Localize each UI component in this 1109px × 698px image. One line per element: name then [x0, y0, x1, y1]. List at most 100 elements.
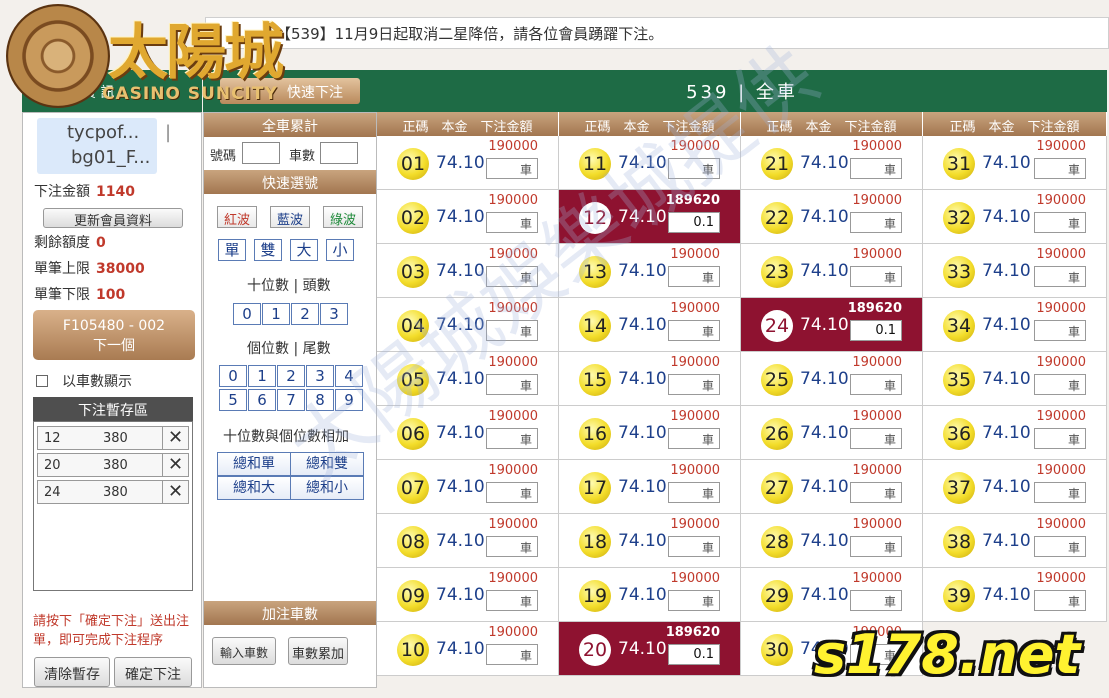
- sum-big-button[interactable]: 總和大: [217, 476, 291, 500]
- car-input[interactable]: 車: [850, 266, 902, 287]
- number-cell[interactable]: 25 74.10 190000 車: [741, 352, 923, 406]
- car-input[interactable]: 車: [486, 536, 538, 557]
- tens-0-button[interactable]: 0: [233, 303, 261, 325]
- number-cell[interactable]: 19 74.10 190000 車: [559, 568, 741, 622]
- number-cell[interactable]: 38 74.10 190000 車: [923, 514, 1107, 568]
- car-input[interactable]: 車: [1034, 212, 1086, 233]
- number-ball[interactable]: 04: [397, 310, 429, 342]
- number-ball[interactable]: 09: [397, 580, 429, 612]
- number-cell[interactable]: 28 74.10 190000 車: [741, 514, 923, 568]
- number-cell[interactable]: 31 74.10 190000 車: [923, 136, 1107, 190]
- car-input[interactable]: 0.1: [850, 320, 902, 341]
- car-input[interactable]: 車: [1034, 482, 1086, 503]
- number-cell[interactable]: 23 74.10 190000 車: [741, 244, 923, 298]
- blue-wave-button[interactable]: 藍波: [270, 206, 310, 228]
- number-cell[interactable]: 15 74.10 190000 車: [559, 352, 741, 406]
- number-ball[interactable]: 37: [943, 472, 975, 504]
- even-button[interactable]: 雙: [254, 239, 282, 261]
- number-cell[interactable]: 06 74.10 190000 車: [377, 406, 559, 460]
- car-input[interactable]: 車: [486, 644, 538, 665]
- number-cell[interactable]: 39 74.10 190000 車: [923, 568, 1107, 622]
- units-2-button[interactable]: 2: [277, 365, 305, 387]
- number-ball[interactable]: 30: [761, 634, 793, 666]
- number-ball[interactable]: 08: [397, 526, 429, 558]
- car-input[interactable]: 車: [668, 536, 720, 557]
- number-ball[interactable]: 26: [761, 418, 793, 450]
- units-7-button[interactable]: 7: [277, 389, 305, 411]
- remove-icon[interactable]: ✕: [162, 454, 188, 476]
- number-cell[interactable]: 03 74.10 190000 車: [377, 244, 559, 298]
- number-ball[interactable]: 12: [579, 202, 611, 234]
- number-cell[interactable]: 20 74.10 189620 0.1: [559, 622, 741, 676]
- tens-3-button[interactable]: 3: [320, 303, 348, 325]
- number-cell[interactable]: 33 74.10 190000 車: [923, 244, 1107, 298]
- number-ball[interactable]: 39: [943, 580, 975, 612]
- car-input[interactable]: 車: [1034, 590, 1086, 611]
- number-cell[interactable]: 18 74.10 190000 車: [559, 514, 741, 568]
- next-ticket-button[interactable]: F105480 - 002 下一個: [33, 310, 195, 360]
- green-wave-button[interactable]: 綠波: [323, 206, 363, 228]
- car-input[interactable]: 車: [850, 590, 902, 611]
- car-input[interactable]: 車: [668, 590, 720, 611]
- number-ball[interactable]: 32: [943, 202, 975, 234]
- number-cell[interactable]: 07 74.10 190000 車: [377, 460, 559, 514]
- car-input[interactable]: 車: [486, 320, 538, 341]
- number-ball[interactable]: 31: [943, 148, 975, 180]
- red-wave-button[interactable]: 紅波: [217, 206, 257, 228]
- num-input[interactable]: [242, 142, 280, 164]
- number-cell[interactable]: 30 74.10 190000 車: [741, 622, 923, 676]
- number-cell[interactable]: 24 74.10 189620 0.1: [741, 298, 923, 352]
- number-cell[interactable]: 09 74.10 190000 車: [377, 568, 559, 622]
- number-ball[interactable]: 34: [943, 310, 975, 342]
- car-input[interactable]: 車: [486, 158, 538, 179]
- number-cell[interactable]: 11 74.10 190000 車: [559, 136, 741, 190]
- number-cell[interactable]: 21 74.10 190000 車: [741, 136, 923, 190]
- car-input[interactable]: 車: [1034, 158, 1086, 179]
- car-input[interactable]: 車: [850, 158, 902, 179]
- small-button[interactable]: 小: [326, 239, 354, 261]
- number-ball[interactable]: 01: [397, 148, 429, 180]
- number-ball[interactable]: 35: [943, 364, 975, 396]
- number-cell[interactable]: 26 74.10 190000 車: [741, 406, 923, 460]
- number-cell[interactable]: 14 74.10 190000 車: [559, 298, 741, 352]
- number-cell[interactable]: 29 74.10 190000 車: [741, 568, 923, 622]
- number-ball[interactable]: 10: [397, 634, 429, 666]
- number-cell[interactable]: 27 74.10 190000 車: [741, 460, 923, 514]
- number-ball[interactable]: 07: [397, 472, 429, 504]
- number-cell[interactable]: 12 74.10 189620 0.1: [559, 190, 741, 244]
- car-input[interactable]: 車: [668, 266, 720, 287]
- car-input[interactable]: 車: [486, 482, 538, 503]
- car-input[interactable]: [320, 142, 358, 164]
- car-input[interactable]: 車: [668, 482, 720, 503]
- accumulate-car-button[interactable]: 車數累加: [288, 637, 348, 665]
- number-cell[interactable]: 34 74.10 190000 車: [923, 298, 1107, 352]
- number-ball[interactable]: 29: [761, 580, 793, 612]
- number-ball[interactable]: 27: [761, 472, 793, 504]
- odd-button[interactable]: 單: [218, 239, 246, 261]
- car-input[interactable]: 車: [850, 536, 902, 557]
- car-input[interactable]: 車: [486, 590, 538, 611]
- number-ball[interactable]: 18: [579, 526, 611, 558]
- tens-1-button[interactable]: 1: [262, 303, 290, 325]
- car-input[interactable]: 車: [668, 374, 720, 395]
- number-cell[interactable]: 32 74.10 190000 車: [923, 190, 1107, 244]
- number-ball[interactable]: 03: [397, 256, 429, 288]
- units-4-button[interactable]: 4: [335, 365, 363, 387]
- units-3-button[interactable]: 3: [306, 365, 334, 387]
- clear-temp-button[interactable]: 清除暫存: [34, 657, 110, 687]
- number-cell[interactable]: 05 74.10 190000 車: [377, 352, 559, 406]
- number-ball[interactable]: 20: [579, 634, 611, 666]
- number-cell[interactable]: 17 74.10 190000 車: [559, 460, 741, 514]
- car-input[interactable]: 0.1: [668, 212, 720, 233]
- big-button[interactable]: 大: [290, 239, 318, 261]
- car-input[interactable]: 車: [850, 374, 902, 395]
- car-input[interactable]: 車: [486, 428, 538, 449]
- number-cell[interactable]: 13 74.10 190000 車: [559, 244, 741, 298]
- sum-odd-button[interactable]: 總和單: [217, 452, 291, 476]
- car-input[interactable]: 車: [850, 644, 902, 665]
- car-input[interactable]: 車: [1034, 536, 1086, 557]
- car-input[interactable]: 0.1: [668, 644, 720, 665]
- number-cell[interactable]: 36 74.10 190000 車: [923, 406, 1107, 460]
- units-9-button[interactable]: 9: [335, 389, 363, 411]
- remove-icon[interactable]: ✕: [162, 481, 188, 503]
